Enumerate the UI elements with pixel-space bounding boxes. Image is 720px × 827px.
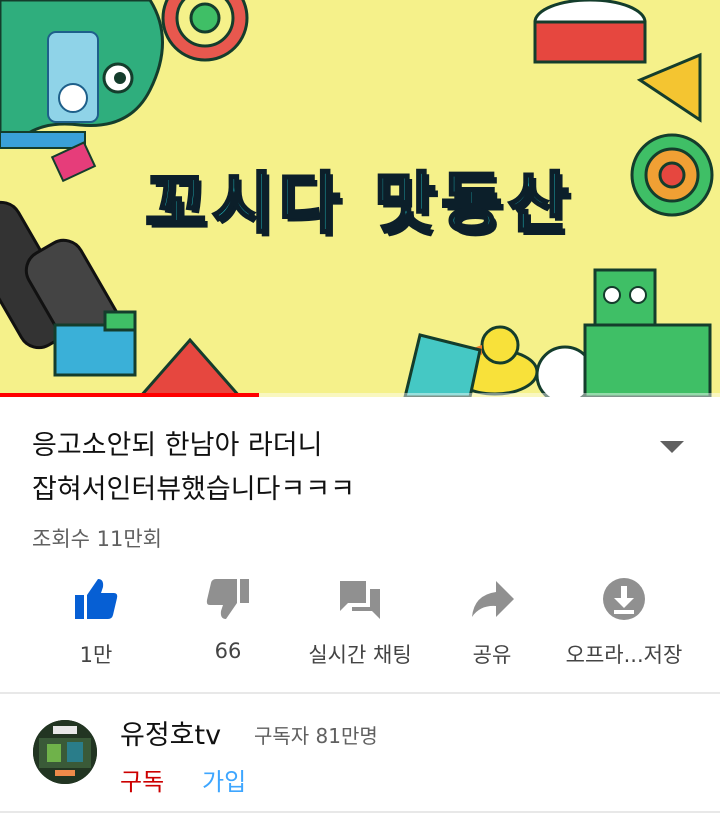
share-icon [472, 581, 514, 617]
thumbs-down-icon [206, 579, 249, 619]
action-bar: 1만 66 실시간 채팅 공유 오프라...저장 [0, 575, 720, 675]
offline-save-button[interactable]: 오프라...저장 [554, 575, 694, 669]
offline-save-label: 오프라...저장 [565, 643, 683, 667]
video-title-line1: 응고소안되 한남아 라더니 [32, 430, 323, 461]
channel-avatar-image [33, 720, 97, 784]
share-label: 공유 [472, 643, 512, 667]
join-button[interactable]: 가입 [202, 762, 246, 797]
channel-avatar[interactable] [33, 720, 97, 784]
expand-chevron-icon[interactable] [657, 436, 687, 458]
live-chat-button[interactable]: 실시간 채팅 [290, 575, 430, 669]
subscribe-button[interactable]: 구독 [120, 762, 164, 797]
video-title-line2: 잡혀서인터뷰했습니다ㅋㅋㅋ [32, 474, 355, 505]
divider [0, 692, 720, 694]
divider-bottom [0, 811, 720, 813]
live-chat-icon [340, 581, 380, 619]
like-count: 1만 [79, 643, 113, 667]
download-icon [603, 578, 645, 620]
dislike-count: 66 [214, 639, 242, 663]
view-count: 조회수 11만회 [32, 527, 162, 551]
dislike-button[interactable]: 66 [158, 575, 298, 663]
channel-name[interactable]: 유정호tv [120, 713, 221, 752]
thumbs-up-icon [75, 579, 118, 619]
share-button[interactable]: 공유 [422, 575, 562, 669]
video-overlay-title: 꼬시다 맛동산 [144, 164, 575, 244]
subscriber-count: 구독자 81만명 [254, 724, 378, 748]
video-title: 응고소안되 한남아 라더니 잡혀서인터뷰했습니다ㅋㅋㅋ [32, 424, 632, 512]
progress-fill [0, 393, 260, 397]
like-button[interactable]: 1만 [26, 575, 166, 669]
live-chat-label: 실시간 채팅 [308, 643, 412, 667]
video-player[interactable]: 꼬시다 맛동산 [0, 0, 720, 397]
